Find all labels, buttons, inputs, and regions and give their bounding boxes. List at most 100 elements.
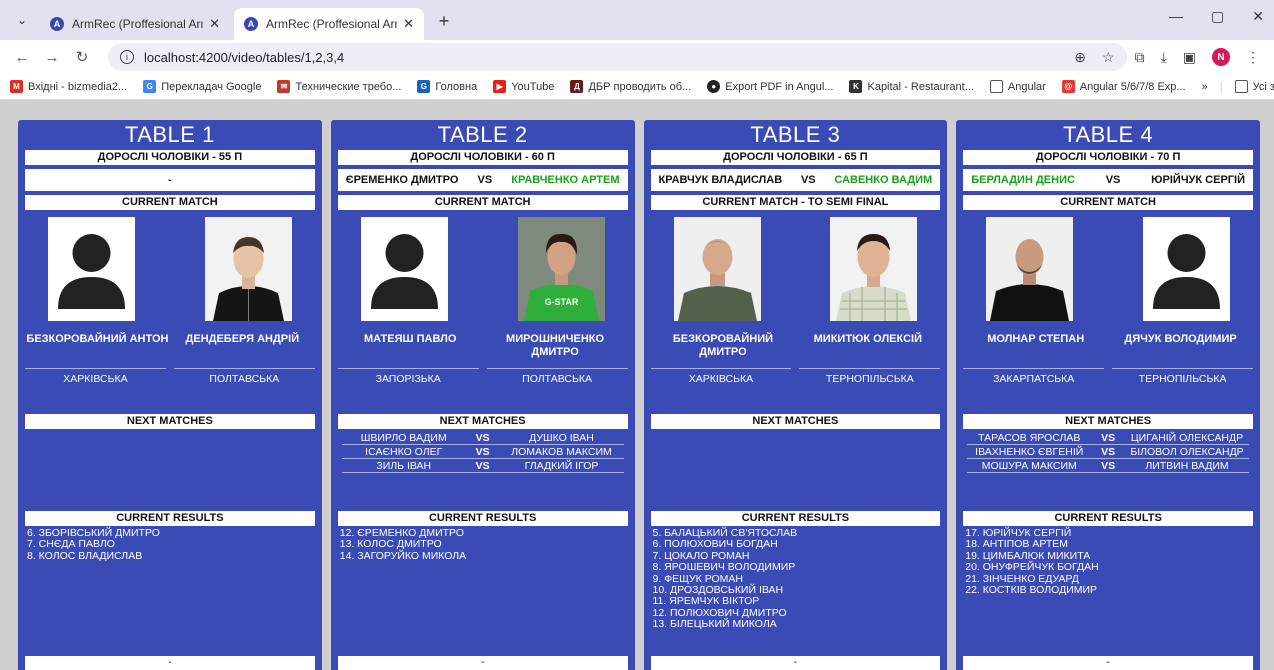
next-match-left: ІСАЄНКО ОЛЕГ	[365, 445, 443, 458]
result-item: 13. БІЛЕЦЬКИЙ МИКОЛА	[652, 618, 777, 631]
results-list: 17. ЮРІЙЧУК СЕРГІЙ 18. АНТІПОВ АРТЕМ 19. Ц…	[963, 526, 1253, 648]
next-match-vs: VS	[475, 445, 490, 458]
fighter-right-name: МИКИТЮК ОЛЕКСІЙ	[813, 333, 922, 345]
url-field[interactable]: i localhost:4200/video/tables/1,2,3,4 ⊕ …	[108, 43, 1127, 71]
next-match-vs: VS	[1101, 445, 1116, 458]
fighter-left-region: ХАРКІВСЬКА	[650, 368, 792, 386]
pair-right-name: КРАВЧЕНКО АРТЕМ	[511, 174, 620, 186]
results-list: 6. ЗБОРІВСЬКИЙ ДМИТРО 7. СНЄДА ПАВЛО 8. КО…	[25, 526, 315, 648]
forward-icon[interactable]: →	[40, 49, 64, 66]
next-matches-list	[25, 429, 315, 511]
current-pair-bar: -	[25, 169, 315, 191]
more-menu-icon[interactable]: ⋮	[1246, 49, 1260, 66]
current-results-header: CURRENT RESULTS	[963, 511, 1253, 526]
table-card-1: TABLE 1 ДОРОСЛІ ЧОЛОВІКИ - 55 П - CURRENT M…	[18, 120, 322, 670]
tab-title: ArmRec (Proffesional Armwrest	[266, 17, 397, 31]
browser-tab-2[interactable]: A ArmRec (Proffesional Armwrest ✕	[234, 8, 424, 40]
more-bookmarks-icon[interactable]: »	[1202, 81, 1208, 93]
table-title: TABLE 2	[437, 122, 528, 147]
fighter-right-region: ПОЛТАВСЬКА	[486, 368, 628, 386]
kapital-icon: K	[849, 80, 863, 93]
fighter-right-region: ПОЛТАВСЬКА	[173, 368, 315, 386]
table-title: TABLE 4	[1063, 122, 1154, 147]
folder-icon	[1234, 80, 1248, 93]
download-icon[interactable]: ⤓	[1161, 49, 1167, 66]
footer-bar: -	[25, 656, 315, 670]
next-match-vs: VS	[1101, 459, 1116, 472]
restore-icon[interactable]: ▢	[1211, 8, 1224, 25]
close-tab-icon[interactable]: ✕	[403, 16, 414, 32]
extensions-icon[interactable]: ⧉	[1135, 49, 1145, 66]
current-pair-bar: ЄРЕМЕНКО ДМИТРО VS КРАВЧЕНКО АРТЕМ	[337, 169, 628, 191]
fighter-left-region: ЗАПОРІЗЬКА	[337, 368, 479, 386]
profile-avatar[interactable]: N	[1212, 48, 1230, 66]
close-window-icon[interactable]: ✕	[1252, 8, 1264, 25]
next-match-left: ІВАХНЕНКО ЄВГЕНІЙ	[975, 445, 1084, 458]
bookmark-star-icon[interactable]: ☆	[1102, 49, 1115, 66]
bookmark-item[interactable]: K Kapital - Restaurant...	[849, 80, 974, 93]
bookmark-item[interactable]: ▶ YouTube	[493, 80, 554, 93]
youtube-icon: ▶	[493, 80, 507, 93]
next-match-left: ШВИРЛО ВАДИМ	[360, 431, 447, 444]
next-match-vs: VS	[1101, 431, 1116, 444]
sidepanel-icon[interactable]: ▣	[1183, 49, 1196, 66]
next-matches-list: ШВИРЛО ВАДИМ VS ДУШКО ІВАН ІСАЄНКО ОЛЕГ VS ЛО…	[338, 429, 628, 511]
next-match-row: ІВАХНЕНКО ЄВГЕНІЙ VS БІЛОВОЛ ОЛЕКСАНДР	[967, 445, 1249, 459]
results-list: 12. ЄРЕМЕНКО ДМИТРО 13. КОЛОС ДМИТРО 14. З…	[338, 526, 628, 648]
fighter-left-name: БЕЗКОРОВАЙНИЙ ДМИТРО	[672, 333, 774, 358]
bookmark-item[interactable]: @ Angular 5/6/7/8 Exp...	[1061, 80, 1186, 93]
pair-left-name: КРАВЧУК ВЛАДИСЛАВ	[658, 174, 783, 186]
reload-icon[interactable]: ↻	[70, 48, 94, 66]
new-tab-button[interactable]: +	[432, 11, 456, 32]
tables-page: TABLE 1 ДОРОСЛІ ЧОЛОВІКИ - 55 П - CURRENT M…	[0, 100, 1274, 670]
table-card-4: TABLE 4 ДОРОСЛІ ЧОЛОВІКИ - 70 П БЕРЛАДИН Д…	[956, 120, 1260, 670]
next-matches-header: NEXT MATCHES	[25, 414, 315, 429]
bookmark-item[interactable]: M Вхідні - bizmedia2...	[10, 80, 127, 93]
fighter-names: БЕЗКОРОВАЙНИЙ ДМИТРО МИКИТЮК ОЛЕКСІЙ	[651, 330, 941, 368]
result-item: 14. ЗАГОРУЙКО МИКОЛА	[339, 549, 467, 562]
avatar-placeholder-icon	[360, 217, 448, 321]
zoom-icon[interactable]: ⊕	[1074, 49, 1086, 66]
angular-icon: @	[1061, 80, 1075, 93]
fighter-regions: ЗАКАРПАТСЬКА ТЕРНОПІЛЬСЬКА	[963, 368, 1253, 386]
fighter-names: МОЛНАР СТЕПАН ДЯЧУК ВОЛОДИМИР	[963, 330, 1253, 368]
fighter-regions: ЗАПОРІЗЬКА ПОЛТАВСЬКА	[337, 368, 628, 386]
current-results-header: CURRENT RESULTS	[337, 511, 628, 526]
browser-tab-1[interactable]: A ArmRec (Proffesional Armwrest ✕	[40, 8, 230, 40]
fighter-photos	[25, 210, 315, 324]
category-bar: ДОРОСЛІ ЧОЛОВІКИ - 70 П	[963, 150, 1253, 165]
next-match-right: ЛИТВИН ВАДИМ	[1145, 459, 1229, 472]
svg-text:G-STAR: G-STAR	[544, 297, 578, 307]
next-match-row: ІСАЄНКО ОЛЕГ VS ЛОМАКОВ МАКСИМ	[341, 445, 624, 459]
bookmark-item[interactable]: G Головна	[417, 80, 477, 93]
back-icon[interactable]: ←	[10, 49, 34, 66]
angular-favicon-icon: A	[244, 17, 258, 31]
bookmark-item[interactable]: G Перекладач Google	[143, 80, 261, 93]
fighter-photo	[204, 217, 292, 321]
url-text[interactable]: localhost:4200/video/tables/1,2,3,4	[144, 50, 1074, 65]
bookmark-item[interactable]: Д ДБР проводить об...	[570, 80, 691, 93]
bookmark-item[interactable]: Angular	[989, 80, 1046, 93]
next-match-right: ЛОМАКОВ МАКСИМ	[511, 445, 612, 458]
bookmark-item[interactable]: ● Export PDF in Angul...	[707, 80, 833, 93]
table-card-3: TABLE 3 ДОРОСЛІ ЧОЛОВІКИ - 65 П КРАВЧУК ВЛ…	[643, 120, 948, 670]
site-info-icon[interactable]: i	[120, 50, 134, 64]
tab-search-chevron-icon[interactable]: ⌄	[8, 6, 36, 34]
result-item: 8. ЯРОШЕВИЧ ВОЛОДИМИР	[652, 561, 796, 574]
all-bookmarks[interactable]: Усі закладки	[1234, 80, 1274, 93]
next-match-row: ТАРАСОВ ЯРОСЛАВ VS ЦИГАНІЙ ОЛЕКСАНДР	[967, 431, 1249, 445]
fighter-photo	[673, 217, 761, 321]
avatar-placeholder-icon	[1143, 217, 1230, 321]
result-item: 22. КОСТКІВ ВОЛОДИМИР	[965, 584, 1098, 597]
browser-tabbar: ⌄ A ArmRec (Proffesional Armwrest ✕ A Ar…	[0, 0, 1274, 40]
next-match-right: ДУШКО ІВАН	[529, 431, 594, 444]
minimize-icon[interactable]: —	[1169, 8, 1183, 25]
pair-placeholder: -	[168, 174, 172, 186]
angular-favicon-icon: A	[50, 17, 64, 31]
footer-bar: -	[337, 656, 628, 670]
current-match-header: CURRENT MATCH	[25, 195, 315, 210]
dbr-icon: Д	[570, 80, 584, 93]
bookmark-item[interactable]: ✉ Технические требо...	[277, 80, 401, 93]
fighter-right-region: ТЕРНОПІЛЬСЬКА	[799, 368, 941, 386]
close-tab-icon[interactable]: ✕	[209, 16, 220, 32]
